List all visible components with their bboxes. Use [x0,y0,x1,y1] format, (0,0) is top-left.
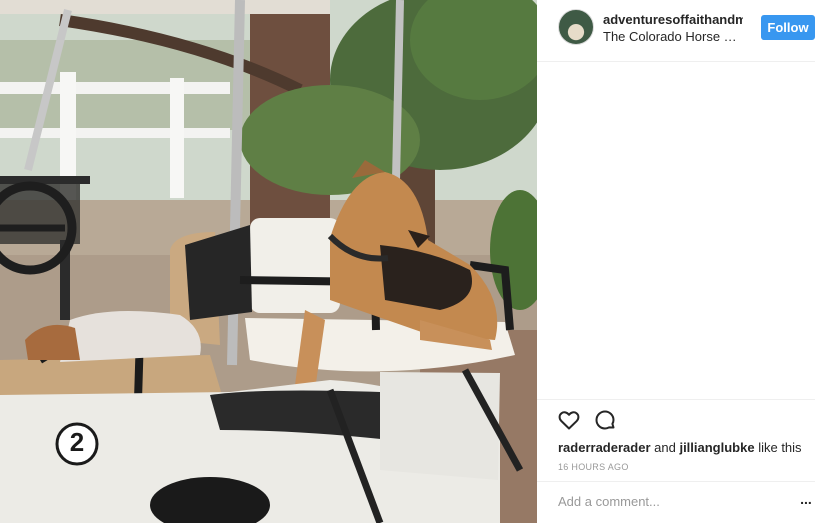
username-link[interactable]: adventuresoffaithandme [603,12,743,27]
liker-link[interactable]: jillianglubke [679,440,754,455]
location-link[interactable]: The Colorado Horse Rescue [603,29,743,44]
golf-cart-number: 2 [69,427,85,457]
comment-input[interactable] [558,494,778,509]
action-bar [537,399,815,430]
more-options-icon[interactable]: ... [797,492,815,510]
post-photo[interactable]: 2 [0,0,537,523]
avatar[interactable] [558,9,594,45]
liker-link[interactable]: raderraderader [558,440,651,455]
post-header: adventuresoffaithandme The Colorado Hors… [537,0,815,62]
heart-icon[interactable] [557,408,581,432]
post-side-panel: adventuresoffaithandme The Colorado Hors… [537,0,828,523]
likes-suffix: like this [758,440,802,455]
post-timestamp[interactable]: 16 HOURS AGO [558,462,629,472]
follow-button[interactable]: Follow [761,15,815,40]
comment-bar: ... [537,481,815,523]
speech-bubble-icon[interactable] [593,408,617,432]
likes-summary: raderraderader and jillianglubke like th… [558,440,818,455]
likes-joiner: and [654,440,676,455]
